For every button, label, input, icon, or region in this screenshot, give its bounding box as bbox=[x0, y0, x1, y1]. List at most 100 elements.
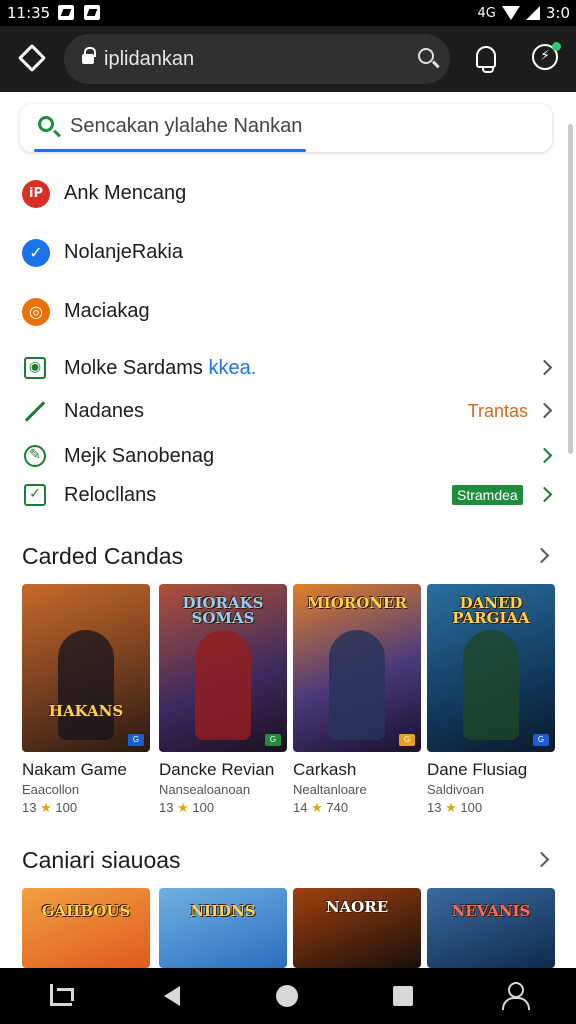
game-developer: Nealtanloare bbox=[293, 782, 367, 797]
pencil-icon bbox=[24, 401, 46, 422]
list-item-label: NolanjeRakia bbox=[64, 241, 183, 263]
platform-badge-icon: G bbox=[533, 734, 549, 746]
camera-icon: ◉ bbox=[24, 357, 46, 379]
game-cover-image: GAHBOUS bbox=[22, 888, 150, 968]
game-title: Dancke Revian bbox=[159, 760, 275, 779]
game-card[interactable]: NEVANIS bbox=[427, 888, 555, 968]
game-cover-image: NIIDNS bbox=[159, 888, 287, 968]
app-icon: iP bbox=[22, 180, 50, 208]
game-card[interactable]: DANED PARGIAA G Dane Flusiag Saldivoan 1… bbox=[427, 584, 555, 816]
photo-notification-icon bbox=[84, 5, 100, 20]
chevron-right-icon bbox=[536, 359, 553, 376]
signal-icon bbox=[525, 6, 540, 20]
list-item-label: Ank Mencang bbox=[64, 182, 187, 204]
network-label: 4G bbox=[477, 5, 496, 21]
search-field[interactable]: Sencakan ylalahe Nankan bbox=[20, 104, 552, 152]
chevron-right-icon bbox=[536, 486, 553, 503]
profile-icon[interactable] bbox=[502, 982, 530, 1010]
game-cover-image: DANED PARGIAA G bbox=[427, 584, 555, 752]
list-item[interactable]: ◎ Maciakag bbox=[0, 292, 576, 332]
swirl-icon: ◎ bbox=[22, 298, 50, 326]
search-icon[interactable] bbox=[418, 48, 434, 64]
section-title: Caniari siauoas bbox=[22, 847, 181, 873]
search-icon bbox=[38, 116, 54, 132]
game-title: Carkash bbox=[293, 760, 357, 779]
menu-item-label: Molke Sardams kkea. bbox=[64, 357, 257, 379]
game-rating: 14 ★ 740 bbox=[293, 800, 349, 815]
status-bar: 11:35 4G 3:0 bbox=[0, 0, 576, 26]
platform-badge-icon: G bbox=[128, 734, 144, 746]
game-cover-image: NAORE bbox=[293, 888, 421, 968]
cover-title: MIORONER bbox=[307, 594, 407, 612]
menu-item-molke-sardams[interactable]: ◉ Molke Sardams kkea. bbox=[0, 349, 576, 389]
checkbox-icon: ✓ bbox=[24, 484, 46, 506]
game-rating: 13 ★ 100 bbox=[22, 800, 78, 815]
list-item[interactable]: ✓ NolanjeRakia bbox=[0, 233, 576, 273]
menu-item-trailing: Trantas bbox=[467, 401, 528, 421]
game-card[interactable]: MIORONER G Carkash Nealtanloare 14 ★ 740 bbox=[293, 584, 421, 816]
app-bar: iplidankan ⚡ bbox=[0, 26, 576, 92]
game-card[interactable]: NAORE bbox=[293, 888, 421, 968]
star-icon: ★ bbox=[177, 800, 189, 815]
list-item-label: Maciakag bbox=[64, 300, 150, 322]
menu-item-relocllans[interactable]: ✓ Relocllans Stramdea bbox=[0, 476, 576, 516]
game-cover-image: DIORAKS SOMAS G bbox=[159, 584, 287, 752]
game-title: Nakam Game bbox=[22, 760, 127, 779]
status-dot bbox=[552, 42, 561, 51]
home-diamond-icon[interactable] bbox=[17, 43, 47, 73]
back-icon[interactable] bbox=[164, 986, 180, 1006]
menu-item-label: Nadanes bbox=[64, 400, 145, 422]
cover-title: GAHBOUS bbox=[41, 902, 131, 920]
game-cover-image: HAKANS G bbox=[22, 584, 150, 752]
game-developer: Saldivoan bbox=[427, 782, 485, 797]
list-item[interactable]: iP Ank Mencang bbox=[0, 174, 576, 214]
status-badge: Stramdea bbox=[452, 485, 523, 505]
star-icon: ★ bbox=[311, 800, 323, 815]
menu-item-label: Relocllans bbox=[64, 484, 157, 506]
cover-title: DANED PARGIAA bbox=[452, 594, 530, 627]
platform-badge-icon: G bbox=[265, 734, 281, 746]
check-icon: ✓ bbox=[22, 239, 50, 267]
edit-icon: ✎ bbox=[24, 445, 46, 467]
status-right: 4G 3:0 bbox=[478, 4, 571, 22]
game-cover-image: NEVANIS bbox=[427, 888, 555, 968]
notification-bell-icon[interactable] bbox=[476, 46, 496, 73]
cover-title: NIIDNS bbox=[190, 902, 256, 920]
chevron-right-icon bbox=[536, 447, 553, 464]
url-bar[interactable]: iplidankan bbox=[64, 34, 450, 84]
section-more-chevron-icon[interactable] bbox=[533, 851, 550, 868]
stats-icon[interactable] bbox=[50, 984, 74, 1006]
game-title: Dane Flusiag bbox=[427, 760, 528, 779]
section-title: Carded Candas bbox=[22, 543, 184, 569]
recents-icon[interactable] bbox=[393, 986, 413, 1006]
menu-item-mejk-sanobenag[interactable]: ✎ Mejk Sanobenag bbox=[0, 437, 576, 477]
game-card[interactable]: HAKANS G Nakam Game Eaacollon 13 ★ 100 bbox=[22, 584, 150, 816]
game-rating: 13 ★ 100 bbox=[427, 800, 483, 815]
game-cover-image: MIORONER G bbox=[293, 584, 421, 752]
cover-title: DIORAKS SOMAS bbox=[182, 594, 264, 627]
game-card[interactable]: DIORAKS SOMAS G Dancke Revian Nansealoan… bbox=[159, 584, 287, 816]
menu-item-nadanes[interactable]: Nadanes Trantas bbox=[0, 392, 576, 432]
chevron-right-icon bbox=[536, 402, 553, 419]
cover-title: NAORE bbox=[325, 898, 389, 916]
game-card[interactable]: GAHBOUS bbox=[22, 888, 150, 968]
search-progress-underline bbox=[34, 149, 306, 152]
navigation-bar bbox=[0, 968, 576, 1024]
menu-item-accent: kkea. bbox=[208, 357, 257, 379]
game-card[interactable]: NIIDNS bbox=[159, 888, 287, 968]
wifi-icon bbox=[501, 6, 520, 20]
lock-icon bbox=[82, 47, 96, 64]
search-placeholder[interactable]: Sencakan ylalahe Nankan bbox=[70, 115, 302, 138]
image-notification-icon bbox=[58, 5, 74, 20]
home-icon[interactable] bbox=[276, 985, 298, 1007]
section-more-chevron-icon[interactable] bbox=[533, 547, 550, 564]
star-icon: ★ bbox=[40, 800, 52, 815]
url-text[interactable]: iplidankan bbox=[104, 48, 194, 71]
platform-badge-icon: G bbox=[399, 734, 415, 746]
cover-title: HAKANS bbox=[48, 702, 124, 720]
star-icon: ★ bbox=[445, 800, 457, 815]
game-developer: Eaacollon bbox=[22, 782, 80, 797]
status-time: 11:35 bbox=[7, 4, 51, 22]
game-rating: 13 ★ 100 bbox=[159, 800, 215, 815]
battery-text: 3:0 bbox=[545, 4, 570, 22]
